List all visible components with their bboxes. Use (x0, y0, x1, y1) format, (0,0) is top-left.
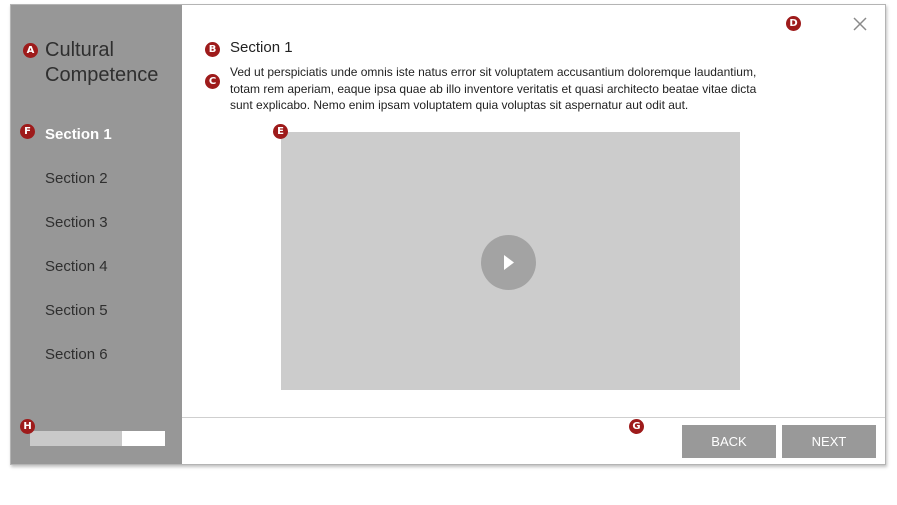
sidebar-item-section-3[interactable]: Section 3 (45, 214, 108, 231)
annotation-marker-a: A (23, 43, 38, 58)
sidebar-item-section-4[interactable]: Section 4 (45, 258, 108, 275)
annotation-marker-g: G (629, 419, 644, 434)
sidebar-item-section-6[interactable]: Section 6 (45, 346, 108, 363)
progress-bar (30, 431, 165, 446)
play-icon (504, 255, 514, 270)
back-button[interactable]: BACK (682, 425, 776, 458)
sidebar-item-section-1[interactable]: Section 1 (45, 126, 112, 143)
video-player[interactable] (281, 132, 740, 390)
annotation-marker-c: C (205, 74, 220, 89)
course-window: Cultural Competence Section 1 Section 2 … (10, 4, 886, 465)
close-icon[interactable] (852, 16, 868, 32)
annotation-marker-h: H (20, 419, 35, 434)
next-button[interactable]: NEXT (782, 425, 876, 458)
page-title: Section 1 (230, 39, 293, 56)
body-text: Ved ut perspiciatis unde omnis iste natu… (230, 65, 757, 112)
annotation-marker-b: B (205, 42, 220, 57)
annotation-marker-d: D (786, 16, 801, 31)
course-title: Cultural Competence (45, 39, 159, 86)
annotation-marker-e: E (273, 124, 288, 139)
sidebar: Cultural Competence Section 1 Section 2 … (11, 5, 182, 464)
progress-fill (30, 431, 122, 446)
play-button[interactable] (481, 235, 536, 290)
sidebar-item-section-5[interactable]: Section 5 (45, 302, 108, 319)
annotation-marker-f: F (20, 124, 35, 139)
footer-divider (182, 417, 885, 418)
sidebar-item-section-2[interactable]: Section 2 (45, 170, 108, 187)
